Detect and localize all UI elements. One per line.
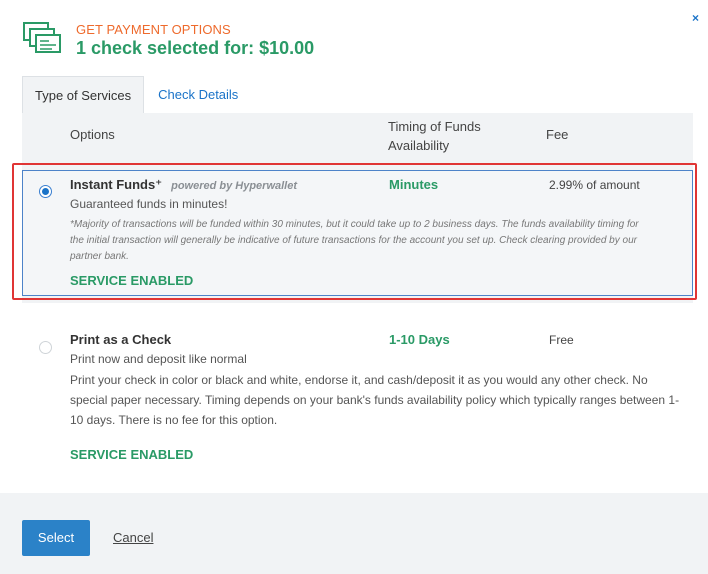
option-instant-funds-status: SERVICE ENABLED [70,273,194,288]
radio-instant-funds[interactable] [39,185,52,198]
column-header-timing: Timing of Funds Availability [388,119,481,153]
option-print-as-check-subtitle: Print now and deposit like normal [70,352,247,366]
option-instant-funds-fee: 2.99% of amount [549,178,640,192]
page-title: 1 check selected for: $10.00 [76,38,315,58]
option-instant-funds-subtitle: Guaranteed funds in minutes! [70,197,228,211]
close-icon[interactable]: × [692,11,699,25]
option-print-as-check-timing: 1-10 Days [389,332,450,347]
option-print-as-check-name: Print as a Check [70,332,172,347]
header-eyebrow: GET PAYMENT OPTIONS [76,22,231,37]
powered-by-label: powered by Hyperwallet [171,180,298,192]
option-print-as-check-fee: Free [549,333,574,347]
select-button[interactable]: Select [22,520,90,556]
column-header-options: Options [70,127,115,142]
tab-type-of-services[interactable]: Type of Services [22,76,145,113]
cancel-link[interactable]: Cancel [113,530,153,545]
option-print-as-check-status: SERVICE ENABLED [70,447,194,462]
option-instant-funds-fine-print: *Majority of transactions will be funded… [70,219,639,262]
checks-icon [23,22,61,53]
option-print-as-check-description: Print your check in color or black and w… [70,373,680,427]
column-header-fee: Fee [546,127,569,142]
dialog-header: GET PAYMENT OPTIONS 1 check selected for… [22,20,314,59]
dialog-footer: Select Cancel [0,493,708,574]
option-instant-funds-timing: Minutes [389,177,439,192]
tab-check-details[interactable]: Check Details [144,76,250,113]
tab-bar: Type of Services Check Details [22,76,250,113]
option-instant-funds-name: Instant Funds⁺ powered by Hyperwallet [70,177,298,192]
radio-print-as-check[interactable] [39,341,52,354]
